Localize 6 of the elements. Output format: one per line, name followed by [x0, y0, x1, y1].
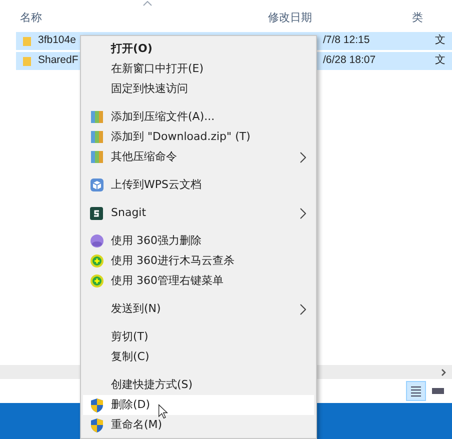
file-type: 文	[435, 33, 446, 48]
file-name: SharedF	[38, 53, 80, 68]
file-type: 文	[435, 53, 446, 68]
file-name: 3fb104e	[38, 33, 77, 48]
modified-date: /7/8 12:15	[323, 33, 371, 48]
modified-date: /6/28 18:07	[323, 53, 377, 68]
